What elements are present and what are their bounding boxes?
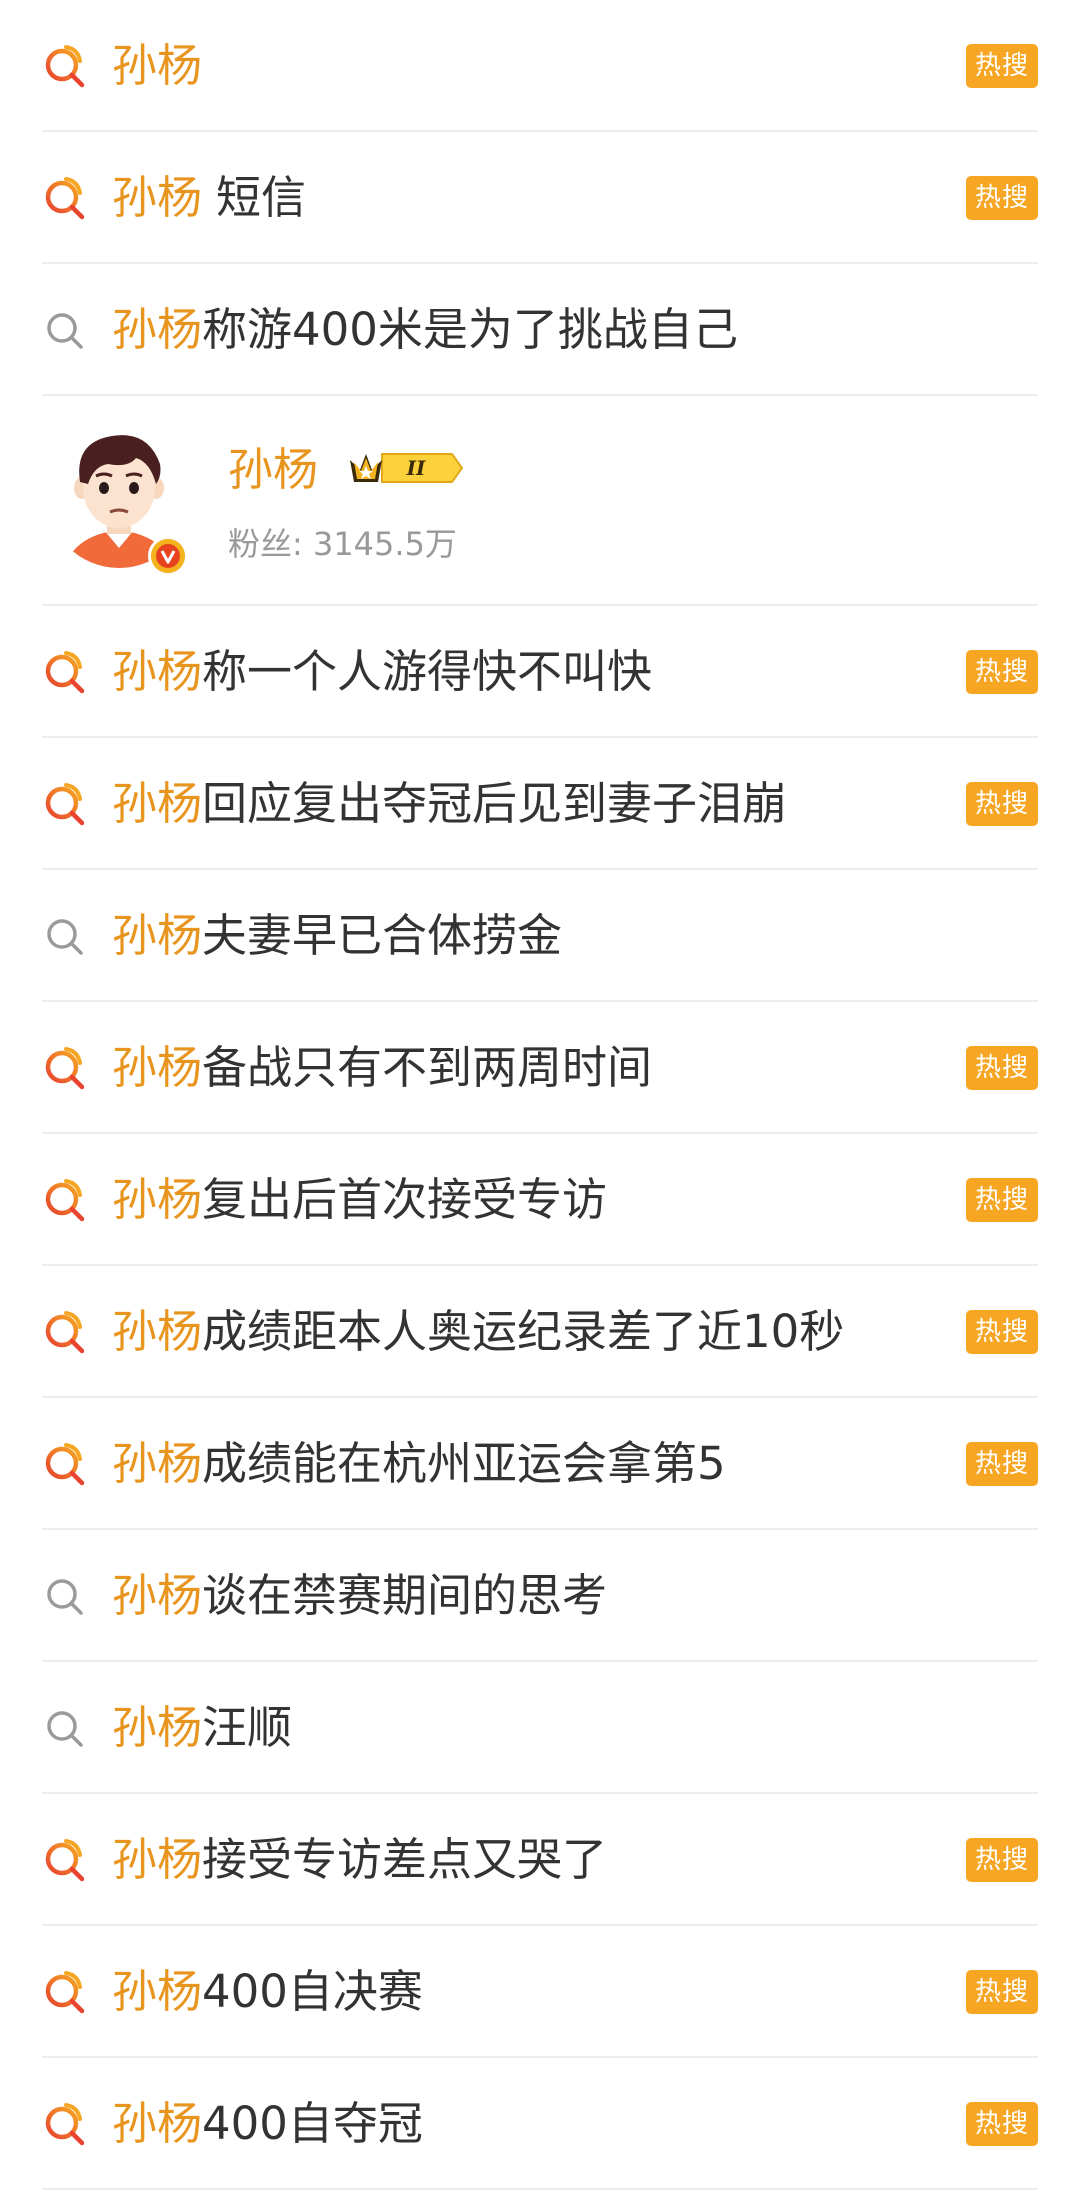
suggestion-highlight: 孙杨 (112, 1173, 203, 1226)
search-icon (42, 1705, 88, 1751)
search-suggestion-list: 孙杨 热搜 孙杨 短信 热搜 孙杨称游400米是为了挑战自己 孙杨 II 粉丝:… (0, 0, 1080, 2190)
hot-search-icon (42, 1177, 88, 1223)
suggestion-row[interactable]: 孙杨称游400米是为了挑战自己 (0, 264, 1080, 396)
suggestion-row[interactable]: 孙杨汪顺 (0, 1662, 1080, 1794)
suggestion-suffix: 称游400米是为了挑战自己 (202, 303, 738, 356)
user-card[interactable]: 孙杨 II 粉丝: 3145.5万 (0, 396, 1080, 606)
hot-search-icon (42, 1969, 88, 2015)
suggestion-row[interactable]: 孙杨接受专访差点又哭了 热搜 (0, 1794, 1080, 1926)
suggestion-highlight: 孙杨 (112, 1437, 203, 1490)
hot-badge: 热搜 (965, 44, 1038, 88)
search-icon (42, 913, 88, 959)
suggestion-text: 孙杨夫妻早已合体捞金 (112, 908, 562, 964)
suggestion-highlight: 孙杨 (112, 303, 203, 356)
suggestion-highlight: 孙杨 (112, 1305, 203, 1358)
suggestion-highlight: 孙杨 (112, 1041, 203, 1094)
hot-search-icon (42, 43, 88, 89)
hot-badge: 热搜 (965, 176, 1038, 220)
hot-badge: 热搜 (965, 1970, 1038, 2014)
suggestion-suffix: 400自夺冠 (202, 2097, 423, 2150)
suggestion-suffix: 夫妻早已合体捞金 (202, 909, 563, 962)
suggestion-highlight: 孙杨 (112, 1965, 203, 2018)
suggestion-suffix: 谈在禁赛期间的思考 (202, 1569, 608, 1622)
suggestion-text: 孙杨回应复出夺冠后见到妻子泪崩 (112, 776, 787, 832)
suggestion-highlight: 孙杨 (112, 39, 203, 92)
hot-badge: 热搜 (965, 782, 1038, 826)
suggestion-text: 孙杨谈在禁赛期间的思考 (112, 1568, 607, 1624)
suggestion-suffix: 汪顺 (202, 1701, 293, 1754)
suggestion-text: 孙杨称游400米是为了挑战自己 (112, 302, 738, 358)
search-icon (42, 1573, 88, 1619)
hot-search-icon (42, 1441, 88, 1487)
suggestion-row[interactable]: 孙杨夫妻早已合体捞金 (0, 870, 1080, 1002)
suggestion-text: 孙杨称一个人游得快不叫快 (112, 644, 652, 700)
suggestion-text: 孙杨成绩能在杭州亚运会拿第5 (112, 1436, 726, 1492)
suggestion-highlight: 孙杨 (112, 645, 203, 698)
member-level-badge: II (346, 444, 466, 492)
suggestion-text: 孙杨 短信 (112, 170, 306, 226)
suggestion-highlight: 孙杨 (112, 1701, 203, 1754)
hot-search-icon (42, 1045, 88, 1091)
suggestion-highlight: 孙杨 (112, 777, 203, 830)
hot-search-icon (42, 1309, 88, 1355)
suggestion-row[interactable]: 孙杨成绩能在杭州亚运会拿第5 热搜 (0, 1398, 1080, 1530)
hot-badge: 热搜 (965, 2102, 1038, 2146)
suggestion-highlight: 孙杨 (112, 1833, 203, 1886)
suggestion-row[interactable]: 孙杨成绩距本人奥运纪录差了近10秒 热搜 (0, 1266, 1080, 1398)
hot-search-icon (42, 2101, 88, 2147)
hot-search-icon (42, 175, 88, 221)
suggestion-suffix: 400自决赛 (202, 1965, 423, 2018)
suggestion-highlight: 孙杨 (112, 171, 203, 224)
search-icon (42, 307, 88, 353)
fans-count: 粉丝: 3145.5万 (228, 525, 457, 563)
verified-icon (148, 536, 188, 576)
suggestion-row[interactable]: 孙杨称一个人游得快不叫快 热搜 (0, 606, 1080, 738)
user-name[interactable]: 孙杨 (228, 442, 318, 498)
suggestion-row[interactable]: 孙杨400自夺冠 热搜 (0, 2058, 1080, 2190)
suggestion-text: 孙杨复出后首次接受专访 (112, 1172, 607, 1228)
suggestion-highlight: 孙杨 (112, 1569, 203, 1622)
suggestion-row[interactable]: 孙杨回应复出夺冠后见到妻子泪崩 热搜 (0, 738, 1080, 870)
suggestion-row[interactable]: 孙杨谈在禁赛期间的思考 (0, 1530, 1080, 1662)
member-level-text: II (406, 456, 426, 480)
suggestion-text: 孙杨备战只有不到两周时间 (112, 1040, 652, 1096)
suggestion-highlight: 孙杨 (112, 2097, 203, 2150)
suggestion-row[interactable]: 孙杨 短信 热搜 (0, 132, 1080, 264)
hot-badge: 热搜 (965, 1046, 1038, 1090)
suggestion-row[interactable]: 孙杨 热搜 (0, 0, 1080, 132)
suggestion-suffix: 成绩能在杭州亚运会拿第5 (202, 1437, 726, 1490)
hot-search-icon (42, 649, 88, 695)
suggestion-suffix: 短信 (216, 171, 307, 224)
suggestion-suffix: 复出后首次接受专访 (202, 1173, 608, 1226)
hot-badge: 热搜 (965, 1838, 1038, 1882)
suggestion-row[interactable]: 孙杨复出后首次接受专访 热搜 (0, 1134, 1080, 1266)
hot-search-icon (42, 781, 88, 827)
suggestion-suffix: 备战只有不到两周时间 (202, 1041, 653, 1094)
hot-badge: 热搜 (965, 650, 1038, 694)
suggestion-suffix: 成绩距本人奥运纪录差了近10秒 (202, 1305, 845, 1358)
suggestion-highlight: 孙杨 (112, 909, 203, 962)
suggestion-suffix: 回应复出夺冠后见到妻子泪崩 (202, 777, 788, 830)
suggestion-suffix: 称一个人游得快不叫快 (202, 645, 653, 698)
suggestion-suffix: 接受专访差点又哭了 (202, 1833, 608, 1886)
hot-badge: 热搜 (965, 1310, 1038, 1354)
suggestion-text: 孙杨成绩距本人奥运纪录差了近10秒 (112, 1304, 844, 1360)
suggestion-text: 孙杨400自决赛 (112, 1964, 423, 2020)
suggestion-text: 孙杨400自夺冠 (112, 2096, 423, 2152)
suggestion-row[interactable]: 孙杨备战只有不到两周时间 热搜 (0, 1002, 1080, 1134)
hot-badge: 热搜 (965, 1442, 1038, 1486)
suggestion-row[interactable]: 孙杨400自决赛 热搜 (0, 1926, 1080, 2058)
hot-badge: 热搜 (965, 1178, 1038, 1222)
suggestion-text: 孙杨 (112, 38, 202, 94)
hot-search-icon (42, 1837, 88, 1883)
suggestion-text: 孙杨接受专访差点又哭了 (112, 1832, 607, 1888)
suggestion-text: 孙杨汪顺 (112, 1700, 292, 1756)
